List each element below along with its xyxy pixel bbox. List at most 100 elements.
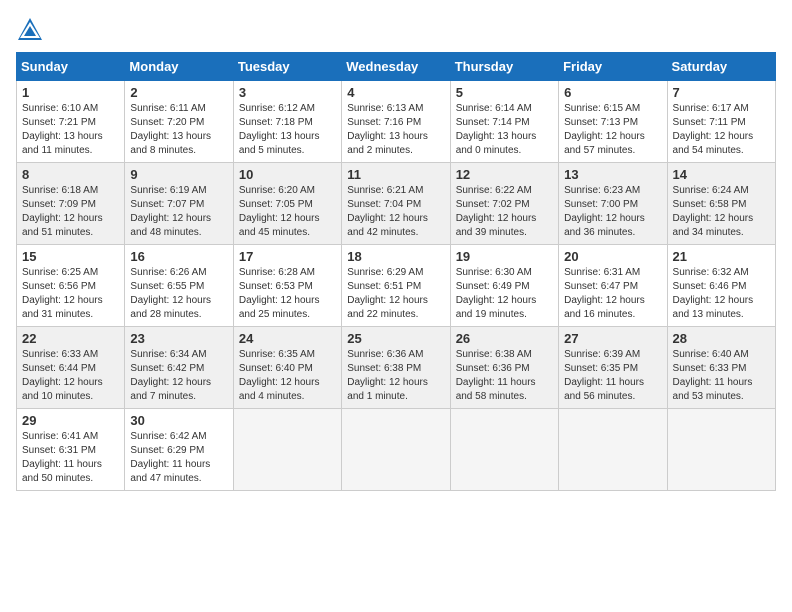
day-info: Sunrise: 6:21 AMSunset: 7:04 PMDaylight:… [347,184,444,240]
day-info: Sunrise: 6:25 AMSunset: 6:56 PMDaylight:… [22,266,119,322]
day-info: Sunrise: 6:29 AMSunset: 6:51 PMDaylight:… [347,266,444,322]
day-info: Sunrise: 6:33 AMSunset: 6:44 PMDaylight:… [22,348,119,404]
calendar-cell: 27 Sunrise: 6:39 AMSunset: 6:35 PMDayligh… [559,327,667,409]
calendar-cell: 25 Sunrise: 6:36 AMSunset: 6:38 PMDayligh… [342,327,450,409]
calendar-cell: 14 Sunrise: 6:24 AMSunset: 6:58 PMDayligh… [667,163,775,245]
day-number: 10 [239,167,336,182]
day-info: Sunrise: 6:17 AMSunset: 7:11 PMDaylight:… [673,102,770,158]
day-info: Sunrise: 6:26 AMSunset: 6:55 PMDaylight:… [130,266,227,322]
day-number: 9 [130,167,227,182]
calendar-cell: 11 Sunrise: 6:21 AMSunset: 7:04 PMDayligh… [342,163,450,245]
day-number: 5 [456,85,553,100]
calendar-week-row: 1Sunrise: 6:10 AMSunset: 7:21 PMDaylight… [17,81,776,163]
day-number: 14 [673,167,770,182]
calendar-cell [559,409,667,491]
day-number: 23 [130,331,227,346]
calendar-cell: 8 Sunrise: 6:18 AMSunset: 7:09 PMDaylight… [17,163,125,245]
calendar-cell: 21 Sunrise: 6:32 AMSunset: 6:46 PMDayligh… [667,245,775,327]
day-info: Sunrise: 6:28 AMSunset: 6:53 PMDaylight:… [239,266,336,322]
day-number: 22 [22,331,119,346]
day-number: 26 [456,331,553,346]
day-info: Sunrise: 6:31 AMSunset: 6:47 PMDaylight:… [564,266,661,322]
calendar-cell: 17Sunrise: 6:28 AMSunset: 6:53 PMDayligh… [233,245,341,327]
day-number: 13 [564,167,661,182]
day-info: Sunrise: 6:15 AMSunset: 7:13 PMDaylight:… [564,102,661,158]
day-number: 4 [347,85,444,100]
day-info: Sunrise: 6:11 AMSunset: 7:20 PMDaylight:… [130,102,227,158]
day-info: Sunrise: 6:39 AMSunset: 6:35 PMDaylight:… [564,348,661,404]
header [16,16,776,44]
calendar-cell: 30 Sunrise: 6:42 AMSunset: 6:29 PMDayligh… [125,409,233,491]
day-info: Sunrise: 6:36 AMSunset: 6:38 PMDaylight:… [347,348,444,404]
calendar-cell [342,409,450,491]
calendar-cell: 10 Sunrise: 6:20 AMSunset: 7:05 PMDayligh… [233,163,341,245]
header-thursday: Thursday [450,53,558,81]
day-number: 11 [347,167,444,182]
day-number: 27 [564,331,661,346]
calendar-cell: 13 Sunrise: 6:23 AMSunset: 7:00 PMDayligh… [559,163,667,245]
calendar-cell: 18 Sunrise: 6:29 AMSunset: 6:51 PMDayligh… [342,245,450,327]
logo [16,16,48,44]
day-number: 15 [22,249,119,264]
day-info: Sunrise: 6:10 AMSunset: 7:21 PMDaylight:… [22,102,119,158]
day-info: Sunrise: 6:41 AMSunset: 6:31 PMDaylight:… [22,430,119,486]
day-info: Sunrise: 6:42 AMSunset: 6:29 PMDaylight:… [130,430,227,486]
day-number: 25 [347,331,444,346]
calendar-cell: 28 Sunrise: 6:40 AMSunset: 6:33 PMDayligh… [667,327,775,409]
day-number: 20 [564,249,661,264]
day-info: Sunrise: 6:40 AMSunset: 6:33 PMDaylight:… [673,348,770,404]
logo-icon [16,16,44,44]
day-info: Sunrise: 6:22 AMSunset: 7:02 PMDaylight:… [456,184,553,240]
day-number: 30 [130,413,227,428]
day-info: Sunrise: 6:18 AMSunset: 7:09 PMDaylight:… [22,184,119,240]
day-info: Sunrise: 6:34 AMSunset: 6:42 PMDaylight:… [130,348,227,404]
calendar-cell: 2 Sunrise: 6:11 AMSunset: 7:20 PMDaylight… [125,81,233,163]
day-number: 3 [239,85,336,100]
day-number: 19 [456,249,553,264]
calendar-cell: 9 Sunrise: 6:19 AMSunset: 7:07 PMDaylight… [125,163,233,245]
day-number: 29 [22,413,119,428]
header-tuesday: Tuesday [233,53,341,81]
header-saturday: Saturday [667,53,775,81]
calendar-cell: 3 Sunrise: 6:12 AMSunset: 7:18 PMDaylight… [233,81,341,163]
day-number: 28 [673,331,770,346]
day-number: 16 [130,249,227,264]
day-info: Sunrise: 6:13 AMSunset: 7:16 PMDaylight:… [347,102,444,158]
day-number: 2 [130,85,227,100]
day-info: Sunrise: 6:23 AMSunset: 7:00 PMDaylight:… [564,184,661,240]
day-number: 18 [347,249,444,264]
calendar-cell: 23 Sunrise: 6:34 AMSunset: 6:42 PMDayligh… [125,327,233,409]
calendar-cell [233,409,341,491]
day-info: Sunrise: 6:24 AMSunset: 6:58 PMDaylight:… [673,184,770,240]
day-info: Sunrise: 6:14 AMSunset: 7:14 PMDaylight:… [456,102,553,158]
header-sunday: Sunday [17,53,125,81]
calendar-cell: 20 Sunrise: 6:31 AMSunset: 6:47 PMDayligh… [559,245,667,327]
calendar-cell: 4 Sunrise: 6:13 AMSunset: 7:16 PMDaylight… [342,81,450,163]
calendar-cell [667,409,775,491]
header-wednesday: Wednesday [342,53,450,81]
day-info: Sunrise: 6:19 AMSunset: 7:07 PMDaylight:… [130,184,227,240]
calendar-cell: 15 Sunrise: 6:25 AMSunset: 6:56 PMDayligh… [17,245,125,327]
calendar-week-row: 8 Sunrise: 6:18 AMSunset: 7:09 PMDaylight… [17,163,776,245]
calendar-cell: 6 Sunrise: 6:15 AMSunset: 7:13 PMDaylight… [559,81,667,163]
day-number: 8 [22,167,119,182]
calendar-week-row: 22 Sunrise: 6:33 AMSunset: 6:44 PMDayligh… [17,327,776,409]
calendar-header-row: SundayMondayTuesdayWednesdayThursdayFrid… [17,53,776,81]
calendar-cell: 1Sunrise: 6:10 AMSunset: 7:21 PMDaylight… [17,81,125,163]
calendar-cell: 22 Sunrise: 6:33 AMSunset: 6:44 PMDayligh… [17,327,125,409]
calendar: SundayMondayTuesdayWednesdayThursdayFrid… [16,52,776,491]
calendar-cell [450,409,558,491]
day-number: 6 [564,85,661,100]
day-info: Sunrise: 6:32 AMSunset: 6:46 PMDaylight:… [673,266,770,322]
calendar-week-row: 15 Sunrise: 6:25 AMSunset: 6:56 PMDayligh… [17,245,776,327]
day-info: Sunrise: 6:35 AMSunset: 6:40 PMDaylight:… [239,348,336,404]
calendar-cell: 19 Sunrise: 6:30 AMSunset: 6:49 PMDayligh… [450,245,558,327]
calendar-cell: 24Sunrise: 6:35 AMSunset: 6:40 PMDayligh… [233,327,341,409]
day-info: Sunrise: 6:12 AMSunset: 7:18 PMDaylight:… [239,102,336,158]
day-number: 21 [673,249,770,264]
calendar-cell: 7Sunrise: 6:17 AMSunset: 7:11 PMDaylight… [667,81,775,163]
day-info: Sunrise: 6:38 AMSunset: 6:36 PMDaylight:… [456,348,553,404]
day-info: Sunrise: 6:20 AMSunset: 7:05 PMDaylight:… [239,184,336,240]
calendar-cell: 26 Sunrise: 6:38 AMSunset: 6:36 PMDayligh… [450,327,558,409]
day-info: Sunrise: 6:30 AMSunset: 6:49 PMDaylight:… [456,266,553,322]
